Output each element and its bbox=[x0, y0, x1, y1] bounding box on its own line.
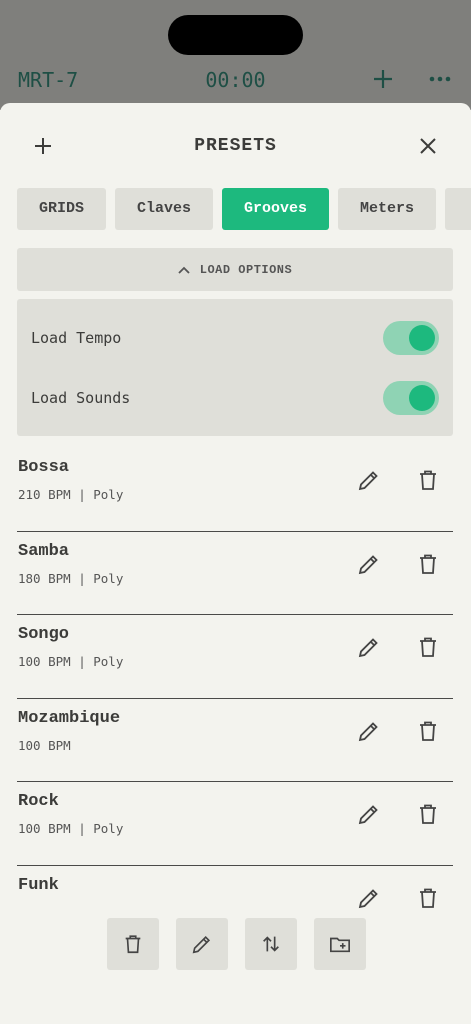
load-sounds-label: Load Sounds bbox=[31, 389, 131, 407]
preset-row[interactable]: Rock 100 BPM | Poly bbox=[17, 782, 453, 866]
delete-icon[interactable] bbox=[416, 802, 440, 826]
edit-icon[interactable] bbox=[357, 719, 381, 743]
load-sounds-toggle[interactable] bbox=[383, 381, 439, 415]
load-tempo-toggle[interactable] bbox=[383, 321, 439, 355]
bottom-toolbar bbox=[107, 918, 366, 970]
edit-icon[interactable] bbox=[357, 886, 381, 910]
bulk-edit-button[interactable] bbox=[176, 918, 228, 970]
delete-icon[interactable] bbox=[416, 552, 440, 576]
load-options-panel: Load Tempo Load Sounds bbox=[17, 299, 453, 436]
chevron-up-icon bbox=[178, 266, 190, 274]
preset-name: Rock bbox=[18, 792, 59, 812]
tab-grids[interactable]: GRIDS bbox=[17, 188, 106, 230]
tab-grooves[interactable]: Grooves bbox=[222, 188, 329, 230]
trash-icon bbox=[125, 935, 141, 954]
dynamic-island bbox=[168, 15, 303, 55]
preset-info: 210 BPM | Poly bbox=[18, 487, 124, 502]
close-icon bbox=[420, 138, 436, 154]
bulk-delete-button[interactable] bbox=[107, 918, 159, 970]
new-folder-button[interactable] bbox=[314, 918, 366, 970]
add-icon bbox=[374, 70, 392, 88]
preset-info: 100 BPM bbox=[18, 737, 71, 753]
sheet-header: PRESETS bbox=[0, 103, 471, 188]
delete-icon[interactable] bbox=[416, 886, 440, 910]
load-tempo-row: Load Tempo bbox=[31, 320, 439, 356]
preset-list: Bossa 210 BPM | Poly Samba 180 BPM | Pol… bbox=[17, 448, 453, 950]
preset-info: 180 BPM | Poly bbox=[18, 570, 124, 586]
edit-icon[interactable] bbox=[357, 468, 381, 492]
tab-more[interactable] bbox=[445, 188, 471, 230]
folder-add-icon bbox=[330, 937, 350, 953]
timer-display: 00:00 bbox=[205, 68, 266, 92]
pencil-icon bbox=[192, 935, 211, 954]
delete-icon[interactable] bbox=[416, 719, 440, 743]
preset-name: Bossa bbox=[18, 458, 70, 477]
preset-name: Songo bbox=[18, 625, 70, 645]
presets-sheet: PRESETS GRIDS Claves Grooves Meters LOAD OP… bbox=[0, 103, 471, 1024]
preset-name: Mozambique bbox=[18, 708, 121, 728]
preset-row[interactable]: Mozambique 100 BPM bbox=[17, 699, 453, 783]
preset-row[interactable]: Samba 180 BPM | Poly bbox=[17, 532, 453, 616]
delete-icon[interactable] bbox=[416, 468, 440, 492]
edit-icon[interactable] bbox=[357, 552, 381, 576]
edit-icon[interactable] bbox=[357, 802, 381, 826]
load-options-toggle[interactable]: LOAD OPTIONS bbox=[17, 248, 453, 291]
sort-arrows-icon bbox=[263, 936, 279, 952]
preset-info: 100 BPM | Poly bbox=[18, 654, 124, 670]
category-tabs: GRIDS Claves Grooves Meters bbox=[17, 188, 471, 231]
tab-meters[interactable]: Meters bbox=[338, 188, 436, 230]
edit-icon[interactable] bbox=[357, 635, 381, 659]
close-button[interactable] bbox=[413, 131, 443, 161]
load-tempo-label: Load Tempo bbox=[31, 329, 122, 347]
preset-row[interactable]: Songo 100 BPM | Poly bbox=[17, 615, 453, 699]
sheet-title: PRESETS bbox=[194, 136, 277, 156]
preset-info: 100 BPM | Poly bbox=[18, 821, 124, 837]
preset-name: Funk bbox=[18, 875, 59, 895]
preset-name: Samba bbox=[18, 541, 70, 561]
more-icon bbox=[429, 76, 451, 82]
load-sounds-row: Load Sounds bbox=[31, 380, 439, 416]
load-options-label: LOAD OPTIONS bbox=[199, 262, 293, 277]
tab-claves[interactable]: Claves bbox=[115, 188, 213, 230]
reorder-button[interactable] bbox=[245, 918, 297, 970]
delete-icon[interactable] bbox=[416, 635, 440, 659]
background-app: MRT-7 00:00 bbox=[0, 0, 471, 110]
preset-row[interactable]: Bossa 210 BPM | Poly bbox=[17, 448, 453, 532]
